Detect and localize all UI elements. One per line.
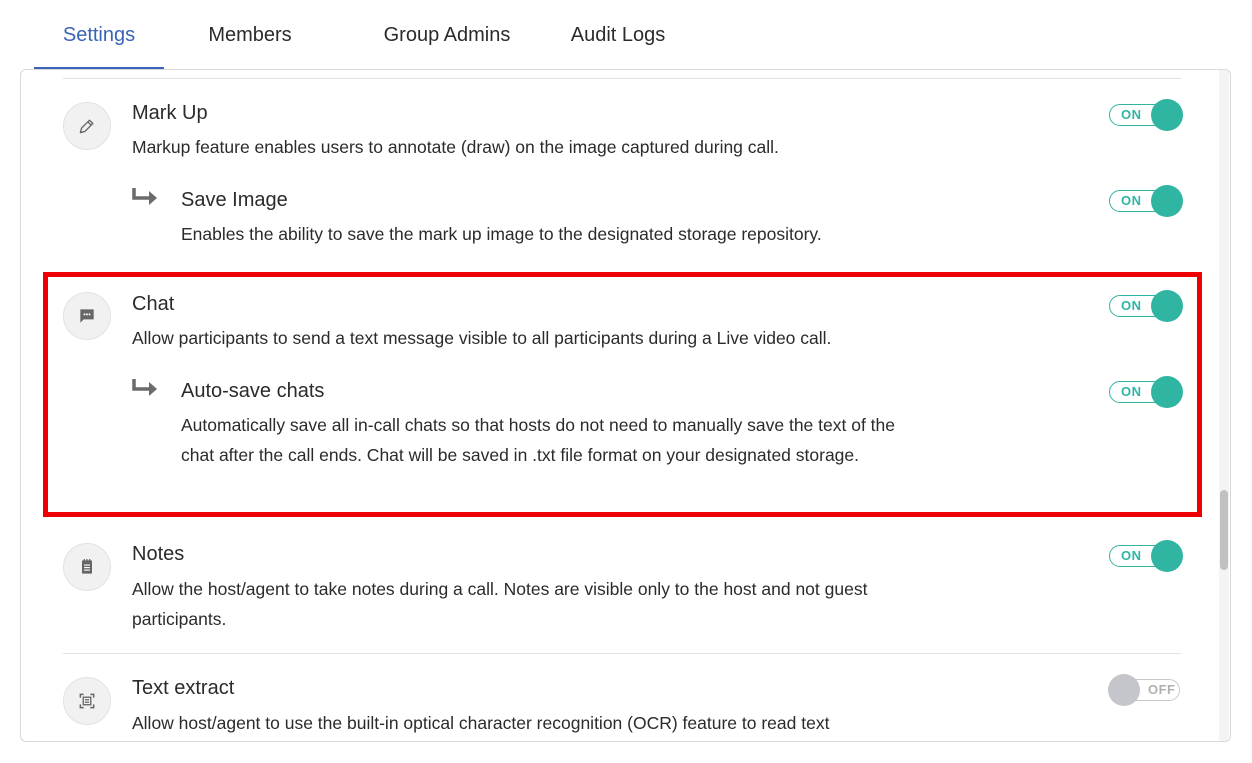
settings-panel: Mark Up Markup feature enables users to … <box>20 69 1231 742</box>
text-extract-title: Text extract <box>132 677 235 699</box>
markup-description: Markup feature enables users to annotate… <box>132 137 779 157</box>
auto-save-chats-description: Automatically save all in-call chats so … <box>181 415 896 465</box>
text-extract-description: Allow host/agent to use the built-in opt… <box>132 713 830 733</box>
tab-audit-logs[interactable]: Audit Logs <box>558 0 678 70</box>
divider <box>63 653 1181 654</box>
sub-item-arrow-icon <box>132 379 157 396</box>
save-image-title: Save Image <box>181 189 288 211</box>
scrollbar[interactable] <box>1219 70 1229 741</box>
tab-members[interactable]: Members <box>164 0 336 70</box>
notes-toggle[interactable]: ON <box>1109 540 1183 572</box>
notes-title: Notes <box>132 543 185 565</box>
chat-title: Chat <box>132 293 175 315</box>
sub-item-arrow-icon <box>132 188 157 205</box>
chat-icon <box>63 292 111 340</box>
notes-description: Allow the host/agent to take notes durin… <box>132 579 868 629</box>
scrollbar-thumb[interactable] <box>1220 490 1228 570</box>
tab-bar: Settings Members Group Admins Audit Logs <box>34 0 678 70</box>
auto-save-chats-toggle[interactable]: ON <box>1109 376 1183 408</box>
pencil-icon <box>63 102 111 150</box>
text-scan-icon <box>63 677 111 725</box>
notepad-icon <box>63 543 111 591</box>
markup-title: Mark Up <box>132 102 208 124</box>
save-image-toggle[interactable]: ON <box>1109 185 1183 217</box>
text-extract-toggle[interactable]: OFF <box>1108 674 1182 706</box>
markup-toggle[interactable]: ON <box>1109 99 1183 131</box>
tab-settings[interactable]: Settings <box>34 0 164 70</box>
auto-save-chats-title: Auto-save chats <box>181 380 325 402</box>
settings-list: Mark Up Markup feature enables users to … <box>21 70 1230 741</box>
save-image-description: Enables the ability to save the mark up … <box>181 224 822 244</box>
tab-group-admins[interactable]: Group Admins <box>336 0 558 70</box>
chat-toggle[interactable]: ON <box>1109 290 1183 322</box>
divider <box>63 78 1181 79</box>
chat-description: Allow participants to send a text messag… <box>132 328 832 348</box>
